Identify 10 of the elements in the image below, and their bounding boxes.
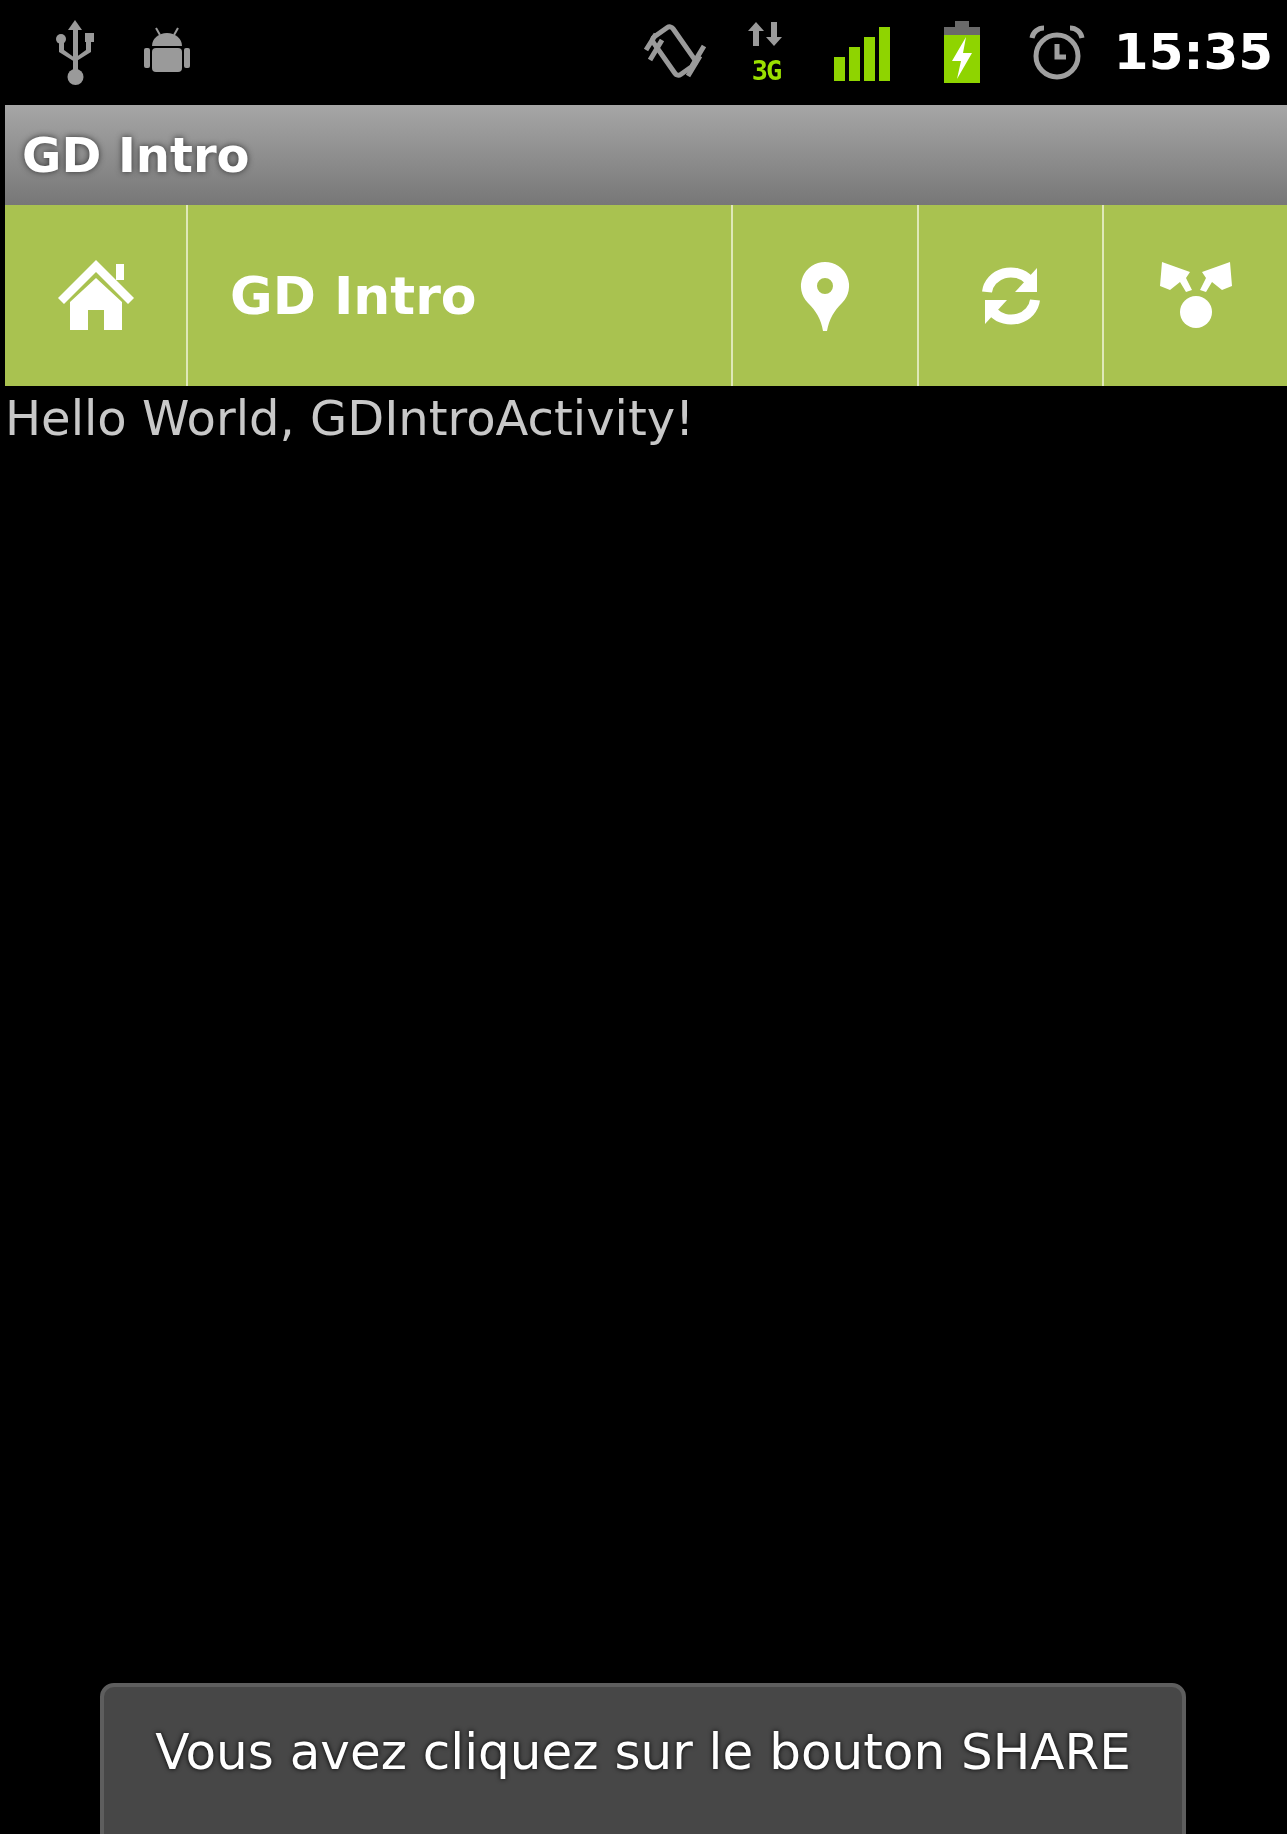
clock-time: 15:35: [1113, 22, 1273, 83]
network-type-label: 3G: [751, 56, 781, 84]
battery-charging-icon: [941, 20, 982, 85]
action-bar-title: GD Intro: [188, 205, 733, 386]
alarm-clock-icon: [1027, 23, 1086, 82]
content-text: Hello World, GDIntroActivity!: [5, 392, 696, 445]
window-title: GD Intro: [22, 126, 250, 185]
data-arrows-icon: [747, 21, 782, 46]
usb-icon: [55, 19, 95, 86]
toast-text: Vous avez cliquez sur le bouton SHARE: [155, 1722, 1131, 1783]
